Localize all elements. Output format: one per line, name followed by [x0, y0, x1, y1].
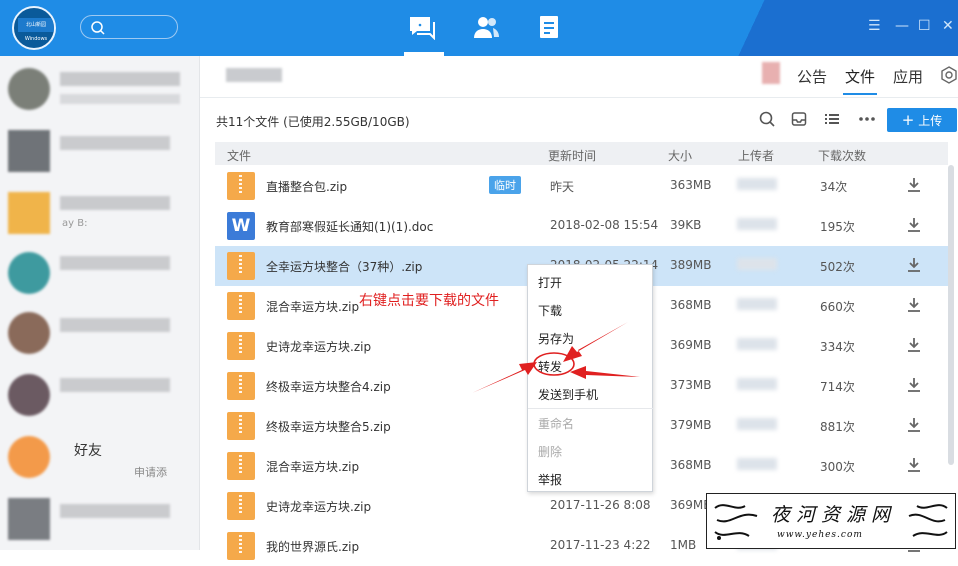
arrow-upper [563, 322, 628, 362]
watermark-url: www.yehes.com [777, 530, 863, 540]
watermark-title: 夜河资源网 [771, 504, 897, 526]
watermark: 夜河资源网 www.yehes.com [706, 493, 956, 549]
arrow-left [472, 362, 537, 393]
arrow-right [570, 366, 640, 379]
ornament-right-icon [908, 504, 948, 537]
annotation-arrows [472, 322, 640, 393]
ornament-left-icon [714, 504, 758, 540]
